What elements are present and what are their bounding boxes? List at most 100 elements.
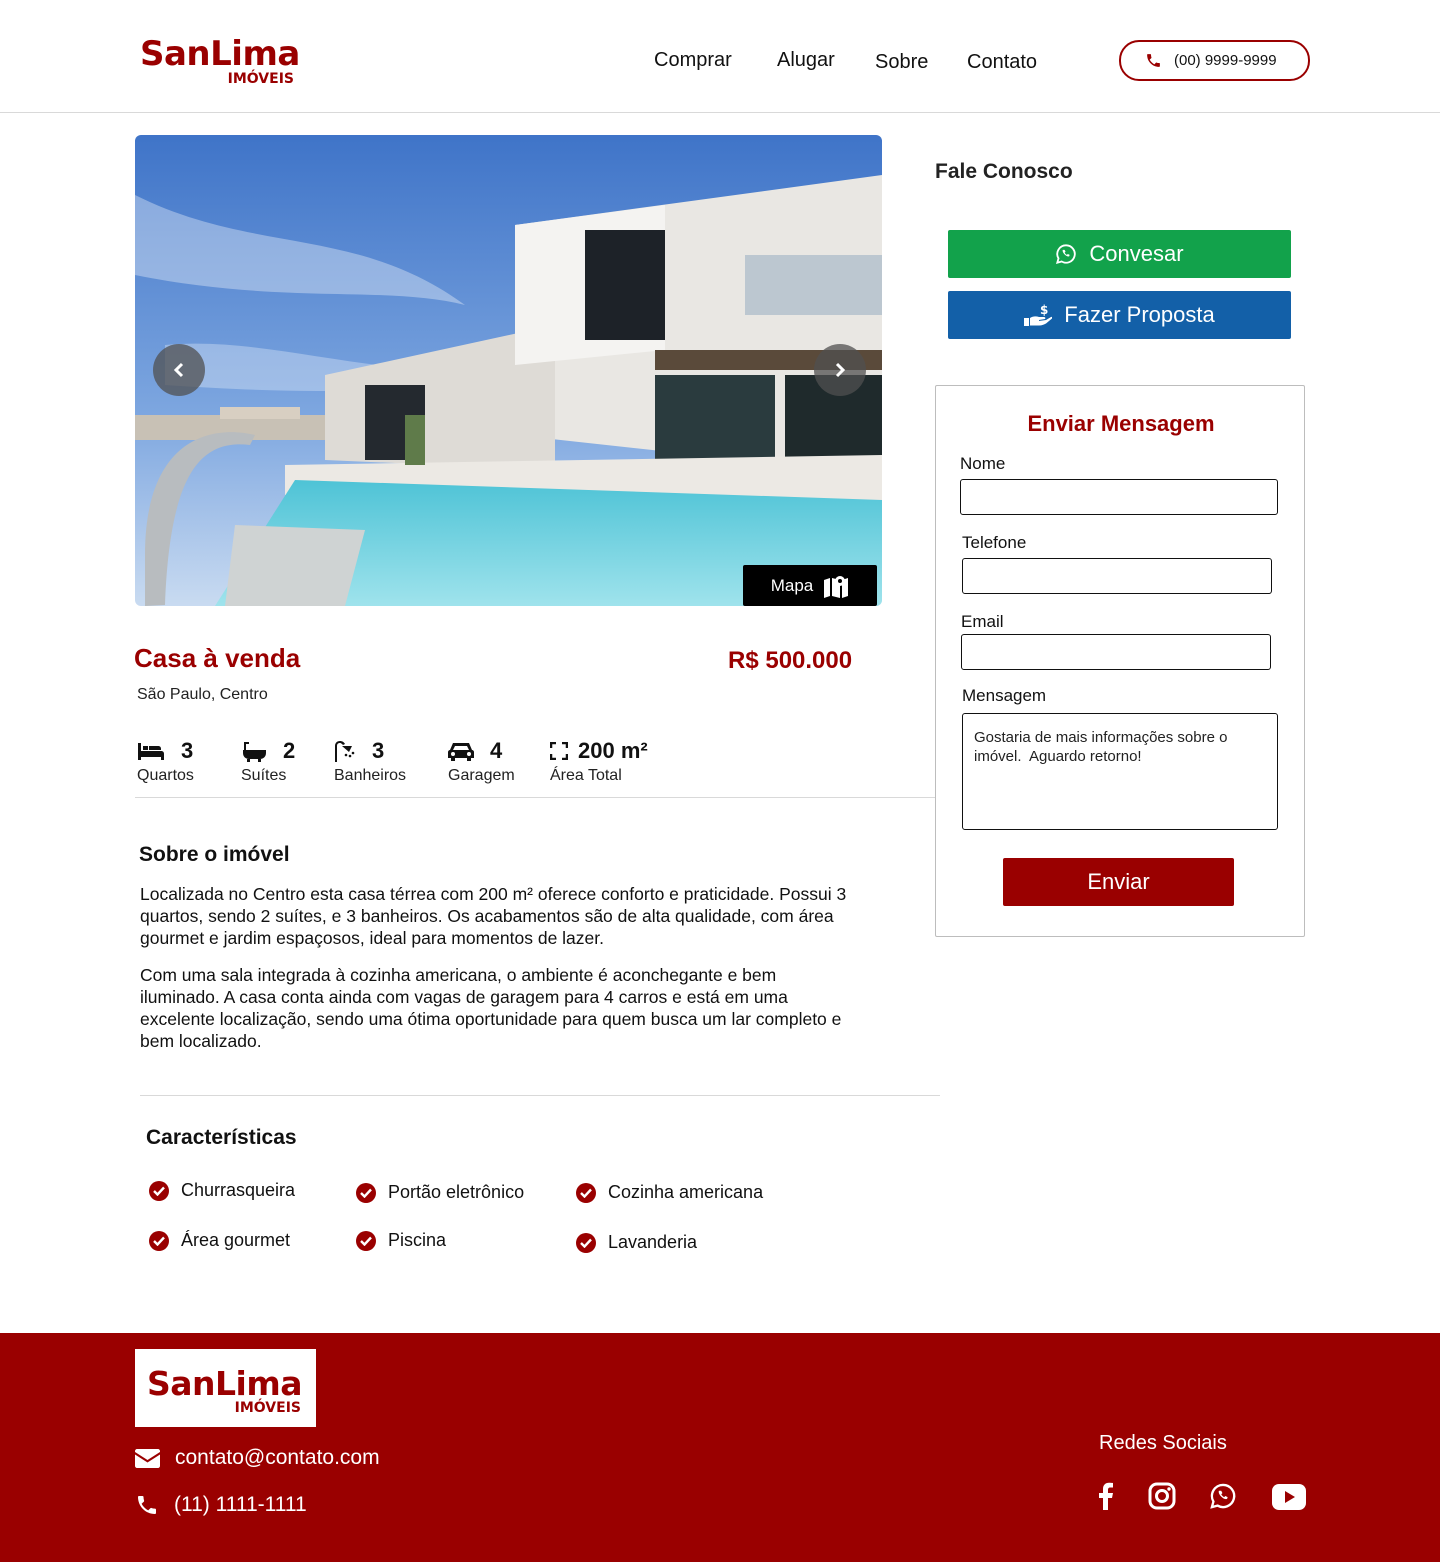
- characteristic-item: Piscina: [356, 1230, 446, 1251]
- hand-dollar-icon: $: [1024, 303, 1053, 326]
- logo-sub: IMÓVEIS: [227, 71, 294, 87]
- check-circle-icon: [576, 1232, 596, 1253]
- feature-bedrooms-value: 3: [181, 738, 194, 763]
- instagram-icon[interactable]: [1148, 1482, 1176, 1510]
- map-button-label: Mapa: [770, 575, 814, 595]
- chat-button-label: Convesar: [1089, 241, 1184, 266]
- feature-bedrooms-label: Quartos: [137, 767, 194, 784]
- carousel-next-button[interactable]: [814, 344, 866, 396]
- email-input[interactable]: [961, 634, 1271, 670]
- send-button[interactable]: Enviar: [1003, 858, 1234, 906]
- check-circle-icon: [576, 1182, 596, 1203]
- check-circle-icon: [149, 1230, 169, 1251]
- message-label: Mensagem: [962, 686, 1047, 705]
- about-divider: [140, 1095, 940, 1096]
- site-header: SanLima IMÓVEIS Comprar Alugar Sobre Con…: [0, 0, 1440, 113]
- characteristic-item: Portão eletrônico: [356, 1182, 524, 1203]
- characteristic-item: Lavanderia: [576, 1232, 697, 1253]
- name-input[interactable]: [960, 479, 1278, 515]
- about-heading: Sobre o imóvel: [139, 843, 290, 866]
- feature-area-value: 200 m²: [578, 738, 648, 763]
- site-footer: SanLima IMÓVEIS contato@contato.com (11)…: [0, 1333, 1440, 1562]
- make-offer-button[interactable]: $ Fazer Proposta: [948, 291, 1291, 339]
- listing-location: São Paulo, Centro: [137, 686, 268, 703]
- feature-suites: 2 Suítes: [241, 737, 295, 785]
- characteristic-label: Portão eletrônico: [388, 1182, 525, 1202]
- property-photo-carousel: Mapa: [135, 135, 882, 606]
- feature-bathrooms: 3 Banheiros: [334, 737, 406, 785]
- feature-bedrooms: 3 Quartos: [137, 737, 194, 785]
- chevron-right-icon: [835, 362, 846, 378]
- features-divider: [135, 797, 935, 798]
- footer-logo-brand: SanLima: [147, 1364, 303, 1403]
- phone-icon: [1147, 54, 1160, 67]
- check-circle-icon: [356, 1230, 376, 1251]
- nav-alugar[interactable]: Alugar: [777, 49, 835, 72]
- phone-icon: [138, 1496, 156, 1514]
- svg-text:$: $: [1040, 303, 1048, 317]
- feature-garage-label: Garagem: [448, 767, 515, 784]
- characteristic-item: Área gourmet: [149, 1230, 290, 1251]
- expand-icon: [550, 742, 568, 760]
- name-label: Nome: [960, 454, 1006, 473]
- feature-bathrooms-value: 3: [372, 738, 385, 763]
- site-logo[interactable]: SanLima IMÓVEIS: [140, 36, 300, 92]
- footer-phone[interactable]: (11) 1111-1111: [135, 1493, 307, 1517]
- feature-bathrooms-label: Banheiros: [334, 767, 407, 784]
- message-textarea[interactable]: Gostaria de mais informações sobre o imó…: [962, 713, 1278, 830]
- house-photo: [135, 135, 882, 606]
- whatsapp-icon: [1056, 244, 1077, 265]
- listing-title: Casa à venda: [134, 643, 301, 673]
- feature-garage: 4 Garagem: [448, 737, 515, 785]
- footer-email-text: contato@contato.com: [175, 1446, 380, 1469]
- characteristic-label: Churrasqueira: [181, 1180, 296, 1200]
- characteristics-heading: Características: [146, 1126, 297, 1149]
- form-title: Enviar Mensagem: [1027, 411, 1215, 436]
- check-circle-icon: [149, 1180, 169, 1201]
- bathtub-icon: [243, 742, 266, 762]
- about-paragraph-1: Localizada no Centro esta casa térrea co…: [140, 884, 847, 948]
- social-heading: Redes Sociais: [1099, 1432, 1227, 1454]
- footer-phone-text: (11) 1111-1111: [174, 1493, 307, 1516]
- map-button[interactable]: Mapa: [743, 565, 877, 606]
- feature-suites-label: Suítes: [241, 767, 287, 784]
- whatsapp-icon[interactable]: [1209, 1482, 1237, 1510]
- nav-contato[interactable]: Contato: [967, 51, 1037, 74]
- envelope-icon: [135, 1448, 160, 1468]
- bed-icon: [138, 743, 164, 760]
- listing-price: R$ 500.000: [728, 647, 853, 674]
- contact-heading: Fale Conosco: [935, 160, 1073, 183]
- check-circle-icon: [356, 1182, 376, 1203]
- feature-suites-value: 2: [283, 738, 296, 763]
- car-icon: [448, 743, 474, 761]
- characteristic-label: Piscina: [388, 1230, 447, 1250]
- phone-input[interactable]: [962, 558, 1272, 594]
- characteristic-item: Churrasqueira: [149, 1180, 295, 1201]
- feature-garage-value: 4: [490, 738, 503, 763]
- feature-area-label: Área Total: [550, 767, 622, 784]
- characteristic-item: Cozinha americana: [576, 1182, 763, 1203]
- header-phone-button[interactable]: (00) 9999-9999: [1119, 40, 1310, 81]
- characteristic-label: Área gourmet: [181, 1230, 291, 1250]
- map-marker-icon: [824, 575, 849, 598]
- logo-brand: SanLima: [140, 34, 300, 74]
- nav-sobre[interactable]: Sobre: [875, 51, 928, 74]
- facebook-icon[interactable]: [1098, 1482, 1114, 1510]
- characteristic-label: Lavanderia: [608, 1232, 698, 1252]
- offer-button-label: Fazer Proposta: [1064, 302, 1215, 327]
- youtube-icon[interactable]: [1272, 1484, 1306, 1510]
- carousel-prev-button[interactable]: [153, 344, 205, 396]
- about-paragraph-2: Com uma sala integrada à cozinha america…: [140, 965, 842, 1051]
- email-label: Email: [961, 612, 1004, 631]
- characteristic-label: Cozinha americana: [608, 1182, 764, 1202]
- header-phone-number: (00) 9999-9999: [1174, 52, 1277, 69]
- nav-comprar[interactable]: Comprar: [654, 49, 732, 72]
- feature-area: 200 m² Área Total: [550, 737, 648, 785]
- chat-whatsapp-button[interactable]: Convesar: [948, 230, 1291, 278]
- phone-label: Telefone: [962, 533, 1027, 552]
- footer-logo-sub: IMÓVEIS: [234, 1400, 301, 1416]
- footer-email[interactable]: contato@contato.com: [135, 1446, 380, 1470]
- shower-icon: [335, 741, 355, 762]
- footer-logo[interactable]: SanLima IMÓVEIS: [135, 1349, 316, 1427]
- chevron-left-icon: [173, 362, 184, 378]
